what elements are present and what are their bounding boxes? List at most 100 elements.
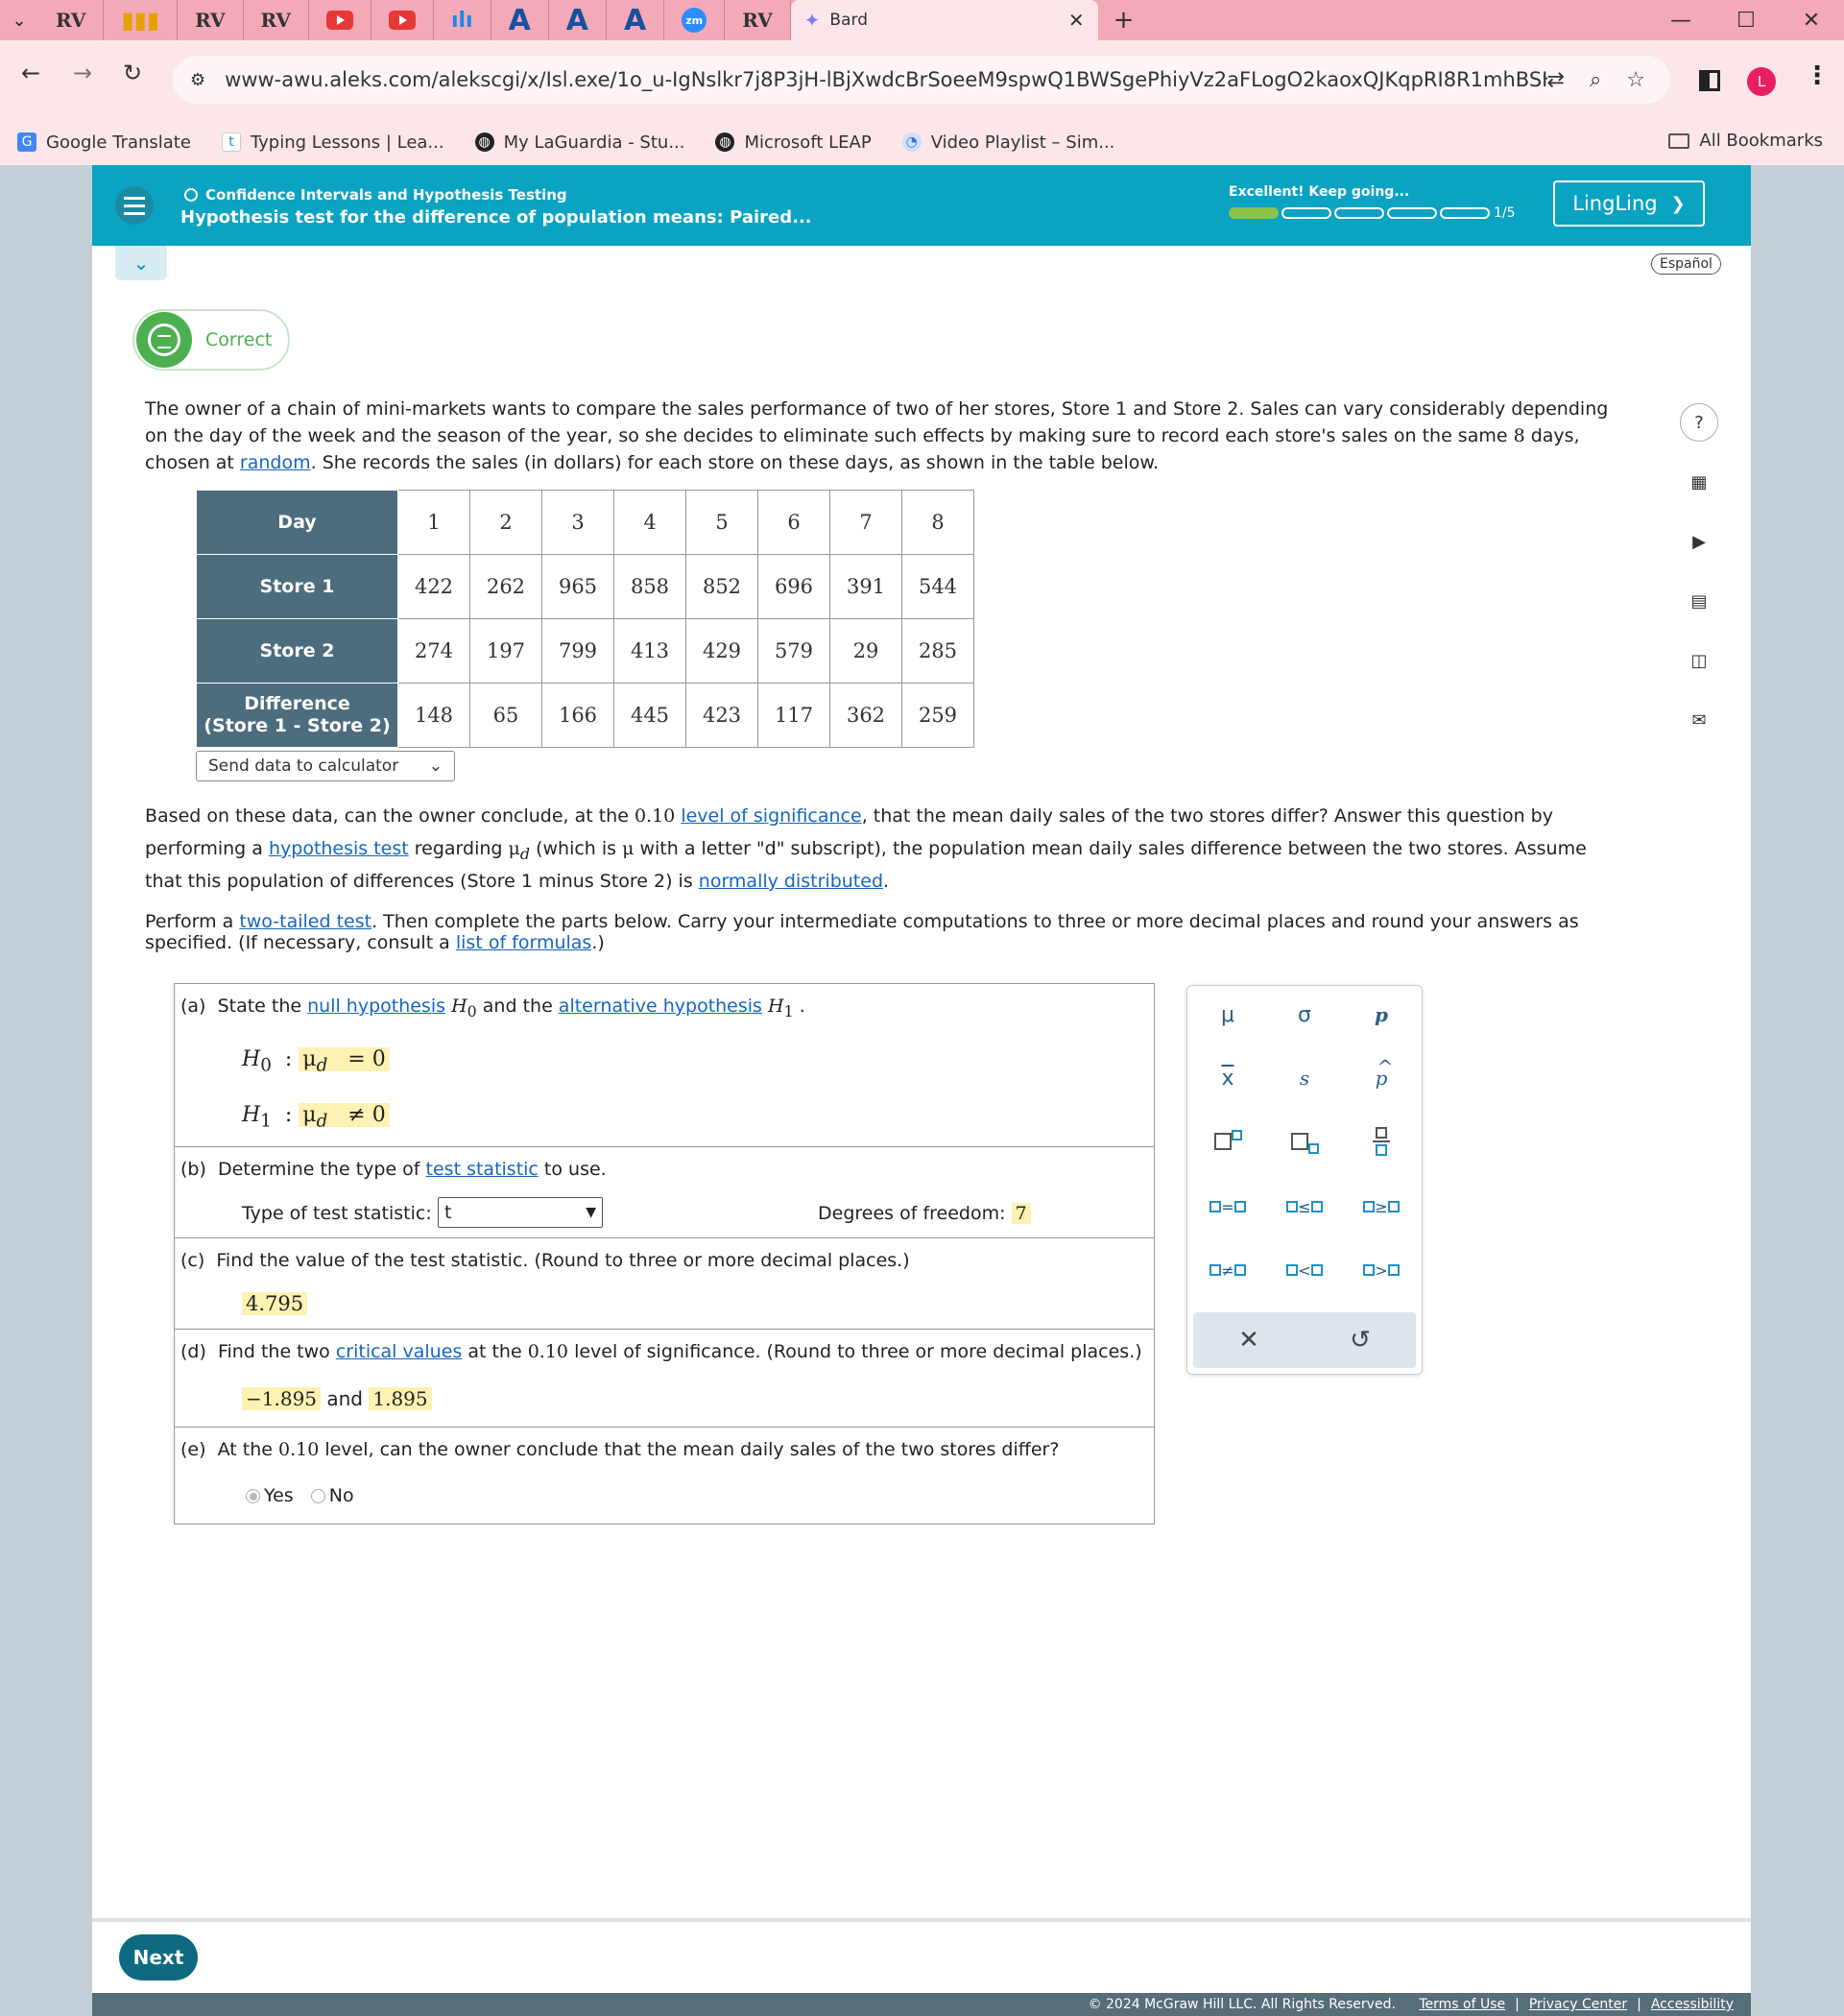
tab-rv-2[interactable]: RV — [178, 0, 244, 40]
menu-kebab-icon[interactable]: ⋮ — [1805, 61, 1830, 90]
tab-youtube-2[interactable] — [371, 0, 434, 40]
radio-yes[interactable] — [246, 1489, 260, 1503]
menu-hamburger-icon[interactable] — [115, 186, 154, 225]
url-field[interactable]: ⚙ www-awu.aleks.com/alekscgi/x/Isl.exe/1… — [173, 56, 1670, 104]
superscript-key[interactable] — [1199, 1122, 1257, 1161]
store2-cell: 429 — [685, 618, 758, 684]
bookmark-microsoft-leap[interactable]: ◍ Microsoft LEAP — [715, 132, 872, 153]
bookmark-typing-lessons[interactable]: t Typing Lessons | Lea... — [221, 132, 444, 153]
video-icon[interactable]: ▶ — [1680, 522, 1718, 561]
translate-icon[interactable]: ⇄ — [1547, 68, 1565, 92]
x-bar-key[interactable]: x — [1199, 1059, 1257, 1097]
list-of-formulas-link[interactable]: list of formulas — [456, 932, 591, 953]
lower-critical-answer[interactable]: −1.895 — [242, 1387, 322, 1410]
test-statistic-answer[interactable]: 4.795 — [242, 1292, 308, 1315]
new-tab-button[interactable]: + — [1098, 6, 1150, 35]
maximize-icon[interactable]: ☐ — [1713, 0, 1779, 40]
privacy-center-link[interactable]: Privacy Center — [1529, 1997, 1627, 2012]
critical-values-link[interactable]: critical values — [336, 1341, 462, 1362]
s-key[interactable]: s — [1276, 1059, 1333, 1097]
tab-search-button[interactable]: ⌄ — [0, 0, 38, 40]
df-answer[interactable]: 7 — [1011, 1203, 1031, 1224]
sigma-key[interactable]: σ — [1276, 996, 1333, 1034]
day-cell: 7 — [829, 490, 902, 555]
expand-tab-button[interactable]: ⌄ — [115, 246, 167, 280]
bookmark-label: Video Playlist – Sim... — [930, 132, 1115, 153]
h0-answer[interactable]: μd = 0 — [299, 1047, 390, 1075]
tab-a-2[interactable]: A — [549, 0, 607, 40]
tab-a-3[interactable]: A — [607, 0, 665, 40]
bookmark-google-translate[interactable]: G Google Translate — [17, 132, 191, 153]
null-hypothesis-link[interactable]: null hypothesis — [307, 996, 445, 1017]
user-menu-button[interactable]: LingLing ❯ — [1553, 180, 1705, 227]
test-statistic-select[interactable]: t ▼ — [438, 1197, 603, 1228]
tab-a-1[interactable]: A — [491, 0, 549, 40]
topic-header: Confidence Intervals and Hypothesis Test… — [92, 165, 1751, 246]
option-yes[interactable]: Yes — [246, 1485, 294, 1506]
bookmark-video-playlist[interactable]: ◔ Video Playlist – Sim... — [901, 132, 1115, 153]
option-no[interactable]: No — [310, 1485, 354, 1506]
tab-zoom[interactable]: zm — [664, 0, 726, 40]
tab-audio[interactable]: ılı — [434, 0, 491, 40]
normally-distributed-link[interactable]: normally distributed — [699, 871, 883, 892]
calculator-icon[interactable]: ▦ — [1680, 463, 1718, 501]
answer-box: (a) State the null hypothesis H0 and the… — [174, 983, 1155, 1524]
clear-icon[interactable]: ✕ — [1238, 1326, 1259, 1355]
accessibility-link[interactable]: Accessibility — [1651, 1997, 1734, 2012]
side-panel-icon[interactable] — [1699, 70, 1720, 91]
zoom-magnifier-icon[interactable]: ⌕ — [1590, 68, 1601, 92]
level-of-significance-link[interactable]: level of significance — [681, 805, 861, 827]
help-icon[interactable]: ? — [1680, 403, 1718, 442]
decision-options: Yes No — [246, 1485, 354, 1506]
not-equal-key[interactable]: ≠ — [1199, 1251, 1257, 1289]
next-button[interactable]: Next — [119, 1934, 198, 1980]
close-window-icon[interactable]: ✕ — [1779, 0, 1844, 40]
undo-icon[interactable]: ↺ — [1350, 1326, 1371, 1355]
day-cell: 3 — [541, 490, 614, 555]
bookmark-star-icon[interactable]: ☆ — [1626, 68, 1645, 92]
tab-rv-4[interactable]: RV — [725, 0, 791, 40]
radio-no[interactable] — [310, 1489, 325, 1503]
alternative-hypothesis-link[interactable]: alternative hypothesis — [559, 996, 762, 1017]
tab-active[interactable]: ✦ Bard ✕ — [790, 0, 1098, 40]
p-hat-key[interactable]: ^ p — [1353, 1055, 1410, 1097]
all-bookmarks-button[interactable]: All Bookmarks — [1668, 131, 1823, 151]
dictionary-icon[interactable]: ◫ — [1680, 641, 1718, 680]
test-statistic-link[interactable]: test statistic — [426, 1159, 539, 1180]
bookmark-my-laguardia[interactable]: ◍ My LaGuardia - Stu... — [474, 132, 684, 153]
fraction-key[interactable] — [1353, 1122, 1410, 1161]
less-than-key[interactable]: < — [1276, 1251, 1333, 1289]
random-link[interactable]: random — [240, 452, 311, 473]
site-settings-icon[interactable]: ⚙ — [190, 70, 205, 90]
tab-rv-1[interactable]: RV — [38, 0, 105, 40]
minimize-icon[interactable]: — — [1648, 0, 1713, 40]
df-row: Degrees of freedom: 7 — [818, 1203, 1031, 1224]
question-body-line-2: performing a hypothesis test regarding μ… — [145, 835, 1587, 868]
close-tab-icon[interactable]: ✕ — [1068, 9, 1085, 32]
profile-avatar[interactable]: L — [1747, 67, 1776, 96]
equals-key[interactable]: = — [1199, 1188, 1257, 1226]
subscript-key[interactable] — [1276, 1122, 1333, 1161]
greater-than-key[interactable]: > — [1353, 1251, 1410, 1289]
question-body-line-1: Based on these data, can the owner concl… — [145, 803, 1553, 829]
hypothesis-test-link[interactable]: hypothesis test — [269, 838, 409, 859]
p-key[interactable]: p — [1353, 996, 1410, 1034]
store1-cell: 262 — [469, 554, 542, 619]
textbook-icon[interactable]: ▤ — [1680, 582, 1718, 620]
mu-key[interactable]: μ — [1199, 996, 1257, 1034]
less-equal-key[interactable]: ≤ — [1276, 1188, 1333, 1226]
mail-icon[interactable]: ✉ — [1680, 701, 1718, 739]
send-data-dropdown[interactable]: Send data to calculator ⌄ — [196, 751, 455, 781]
forward-icon[interactable]: → — [73, 60, 92, 86]
back-icon[interactable]: ← — [21, 60, 40, 86]
reload-icon[interactable]: ↻ — [123, 60, 142, 86]
espanol-button[interactable]: Español — [1651, 253, 1721, 275]
tab-youtube-1[interactable] — [309, 0, 371, 40]
text: days, — [1524, 425, 1580, 446]
upper-critical-answer[interactable]: 1.895 — [369, 1387, 432, 1410]
tab-rv-3[interactable]: RV — [244, 0, 309, 40]
tab-chart[interactable]: ▮▮▮ — [104, 0, 179, 40]
greater-equal-key[interactable]: ≥ — [1353, 1188, 1410, 1226]
terms-of-use-link[interactable]: Terms of Use — [1419, 1997, 1505, 2012]
h1-answer[interactable]: μd ≠ 0 — [299, 1103, 390, 1131]
